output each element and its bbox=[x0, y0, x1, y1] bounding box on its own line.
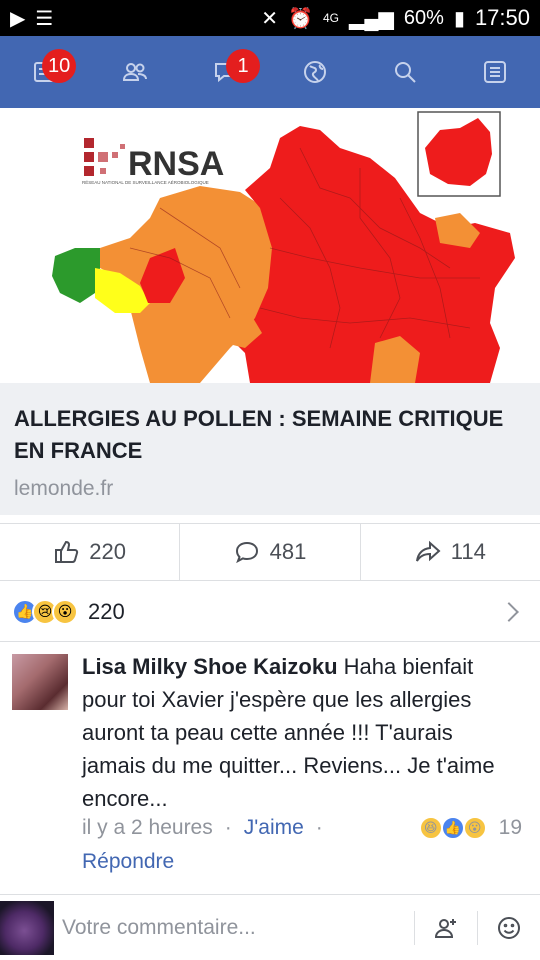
mute-icon: ✕ bbox=[261, 7, 279, 30]
comment-reaction-count: 19 bbox=[498, 816, 522, 839]
separator-dot: · bbox=[315, 816, 323, 839]
comment-reactions[interactable]: 😆 👍 😮 19 bbox=[418, 816, 522, 840]
nav-friends[interactable] bbox=[110, 47, 160, 97]
comment-like-link[interactable]: J'aime bbox=[244, 816, 304, 840]
comment-input[interactable]: Votre commentaire... bbox=[62, 916, 414, 940]
rnsa-logo-text: RNSA bbox=[128, 145, 224, 183]
menu-icon bbox=[484, 61, 506, 83]
play-icon: ▶ bbox=[10, 7, 26, 30]
alarm-icon: ⏰ bbox=[288, 7, 313, 30]
post-actions: 220 481 114 bbox=[0, 523, 540, 581]
reply-link[interactable]: Répondre bbox=[82, 850, 174, 874]
share-button[interactable]: 114 bbox=[361, 524, 540, 580]
wow-reaction-icon: 😮 bbox=[52, 598, 78, 625]
thumbs-up-icon bbox=[55, 540, 79, 563]
comment: Lisa Milky Shoe Kaizoku Haha bienfait po… bbox=[0, 650, 540, 890]
smiley-icon bbox=[498, 916, 520, 939]
link-preview-image[interactable]: RNSA RÉSEAU NATIONAL DE SURVEILLANCE AÉR… bbox=[0, 108, 540, 383]
network-label: 4G bbox=[322, 11, 339, 25]
like-count: 220 bbox=[89, 539, 127, 564]
nav-menu[interactable] bbox=[470, 47, 520, 97]
top-nav: 10 1 bbox=[0, 36, 540, 108]
comment-button[interactable]: 481 bbox=[180, 524, 361, 580]
separator-dot: · bbox=[224, 816, 232, 839]
reactions-summary[interactable]: 👍 😢 😮 220 bbox=[0, 582, 540, 642]
add-person-icon bbox=[434, 918, 456, 938]
reaction-count: 220 bbox=[88, 598, 125, 624]
chevron-right-icon bbox=[499, 601, 519, 622]
status-bar: ▶ ☰ ✕ ⏰ 4G ▂▄▆ 60% ▮ 17:50 bbox=[0, 0, 540, 36]
emoji-button[interactable] bbox=[478, 915, 540, 941]
like-reaction-icon: 👍 bbox=[440, 816, 465, 840]
search-icon bbox=[395, 62, 416, 83]
news-feed-badge: 10 bbox=[42, 49, 77, 83]
france-pollen-map: RNSA RÉSEAU NATIONAL DE SURVEILLANCE AÉR… bbox=[52, 111, 515, 383]
link-info[interactable]: ALLERGIES AU POLLEN : SEMAINE CRITIQUE E… bbox=[0, 383, 540, 515]
rnsa-logo bbox=[84, 138, 125, 176]
my-avatar bbox=[0, 900, 54, 955]
commenter-avatar[interactable] bbox=[12, 654, 68, 710]
link-title: ALLERGIES AU POLLEN : SEMAINE CRITIQUE E… bbox=[14, 406, 504, 463]
like-button[interactable]: 220 bbox=[0, 524, 181, 580]
share-count: 114 bbox=[450, 539, 486, 564]
friends-icon bbox=[122, 63, 147, 81]
clock: 17:50 bbox=[474, 5, 530, 30]
status-right: ✕ ⏰ 4G ▂▄▆ 60% ▮ 17:50 bbox=[261, 5, 530, 31]
comment-meta: il y a 2 heures · J'aime · 😆 👍 😮 19 bbox=[82, 816, 522, 840]
comment-author[interactable]: Lisa Milky Shoe Kaizoku bbox=[82, 654, 338, 679]
messages-badge: 1 bbox=[226, 49, 260, 83]
tag-friend-button[interactable] bbox=[415, 915, 477, 941]
battery-level: 60% bbox=[403, 6, 444, 29]
reaction-icons: 👍 😢 😮 bbox=[12, 598, 78, 625]
nav-notifications[interactable] bbox=[290, 47, 340, 97]
nav-messages[interactable]: 1 bbox=[200, 47, 260, 97]
link-domain: lemonde.fr bbox=[14, 477, 114, 500]
rnsa-logo-subtext: RÉSEAU NATIONAL DE SURVEILLANCE AÉROBIOL… bbox=[82, 179, 209, 185]
comment-time: il y a 2 heures bbox=[82, 816, 213, 839]
haha-reaction-icon: 😆 bbox=[418, 816, 443, 840]
comment-compose-bar: Votre commentaire... bbox=[0, 894, 540, 960]
comment-body: Lisa Milky Shoe Kaizoku Haha bienfait po… bbox=[82, 650, 522, 815]
comment-icon bbox=[235, 541, 258, 564]
nav-search[interactable] bbox=[380, 47, 430, 97]
comment-count: 481 bbox=[269, 539, 307, 564]
list-icon: ☰ bbox=[35, 7, 54, 30]
share-icon bbox=[415, 540, 441, 562]
battery-icon: ▮ bbox=[453, 7, 465, 30]
wow-reaction-icon: 😮 bbox=[462, 816, 487, 840]
signal-icon: ▂▄▆ bbox=[348, 7, 394, 30]
nav-news-feed[interactable]: 10 bbox=[20, 47, 77, 97]
globe-icon bbox=[304, 61, 326, 83]
status-left: ▶ ☰ bbox=[10, 6, 53, 31]
